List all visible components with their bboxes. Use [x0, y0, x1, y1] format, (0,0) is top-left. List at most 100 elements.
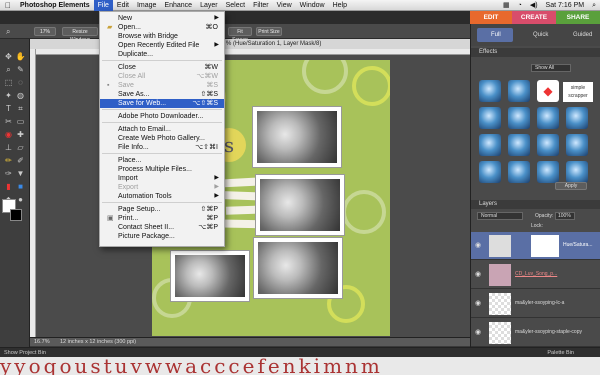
menu-item-print[interactable]: ▣ Print... ⌘P [100, 214, 224, 223]
straighten-tool-icon[interactable]: ▭ [15, 116, 26, 127]
layers-panel-header[interactable]: Layers [471, 200, 600, 209]
menu-item-open[interactable]: ▰ Open... ⌘O [100, 23, 224, 32]
eye-icon[interactable]: ◉ [475, 328, 481, 336]
photo-frame[interactable] [252, 106, 342, 168]
document-tab[interactable]: % (Hue/Saturation 1, Layer Mask/8) [30, 39, 470, 49]
menu-item-save-as[interactable]: Save As... ⇧⌘S [100, 90, 224, 99]
menu-item-contact-sheet[interactable]: Contact Sheet II... ⌥⌘P [100, 223, 224, 232]
eye-icon[interactable]: ◉ [475, 299, 481, 307]
zoom-readout[interactable]: 16.7% [34, 338, 50, 347]
simple-scrapper-logo-icon[interactable]: ◆ [537, 80, 559, 102]
clock[interactable]: Sat 7:16 PM [542, 0, 589, 11]
layer-row[interactable]: ◉ ma&yler-ssoyping-staple-copy [471, 319, 600, 347]
paint-bucket-icon[interactable]: ▼ [15, 168, 26, 179]
effect-thumb[interactable] [508, 161, 530, 183]
menu-item-new[interactable]: New ▶ [100, 14, 224, 23]
photo-frame[interactable] [170, 250, 250, 302]
red-eye-tool-icon[interactable]: ◉ [3, 129, 14, 140]
effect-thumb[interactable] [537, 107, 559, 129]
effects-filter-select[interactable]: Show All [531, 64, 571, 72]
photo-frame[interactable] [253, 237, 343, 299]
vertical-ruler[interactable] [30, 49, 36, 337]
menu-select[interactable]: Select [222, 0, 249, 11]
fit-screen-button[interactable]: Fit Screen [228, 27, 252, 43]
wifi-icon[interactable]: ◔ [514, 0, 526, 11]
brush-tool-icon[interactable]: ✐ [15, 155, 26, 166]
hand-tool-icon[interactable]: ✋ [15, 51, 26, 62]
quick-selection-icon[interactable]: ◍ [15, 90, 26, 101]
pencil-tool-icon[interactable]: ✏ [3, 155, 14, 166]
effect-thumb[interactable] [479, 80, 501, 102]
menu-item-export[interactable]: Export ▶ [100, 183, 224, 192]
menu-item-photo-downloader[interactable]: Adobe Photo Downloader... [100, 112, 224, 121]
magic-wand-icon[interactable]: ✦ [3, 90, 14, 101]
menu-item-save-for-web[interactable]: Save for Web... ⌥⇧⌘S [100, 99, 224, 108]
lasso-tool-icon[interactable]: ◌ [15, 77, 26, 88]
crop-tool-icon[interactable]: ⌗ [15, 103, 26, 114]
zoom-tool-icon[interactable]: ⌕ [3, 64, 14, 75]
eyedropper-icon[interactable]: ✎ [15, 64, 26, 75]
tab-edit[interactable]: EDIT [470, 11, 512, 24]
menu-edit[interactable]: Edit [113, 0, 133, 11]
effect-thumb[interactable] [537, 161, 559, 183]
effect-thumb[interactable] [508, 134, 530, 156]
menu-item-web-gallery[interactable]: Create Web Photo Gallery... [100, 134, 224, 143]
effects-panel-header[interactable]: Effects [471, 48, 600, 57]
menu-item-page-setup[interactable]: Page Setup... ⇧⌘P [100, 205, 224, 214]
menu-window[interactable]: Window [296, 0, 329, 11]
sponge-tool-icon[interactable]: ● [15, 194, 26, 205]
menu-file[interactable]: File [93, 0, 113, 11]
app-menu[interactable]: Photoshop Elements [16, 0, 94, 11]
photo-frame[interactable] [255, 174, 345, 236]
move-tool-icon[interactable]: ✥ [3, 51, 14, 62]
apple-icon[interactable]:  [0, 0, 16, 11]
full-edit-button[interactable]: Full [477, 28, 513, 42]
shape-tool-icon[interactable]: ■ [15, 181, 26, 192]
layer-row[interactable]: ◉ CD_Luv_Song_p... [471, 261, 600, 289]
spotlight-icon[interactable]: ⌕ [588, 0, 600, 11]
effect-thumb[interactable] [508, 80, 530, 102]
tab-create[interactable]: CREATE [512, 11, 556, 24]
spaces-icon[interactable]: ▦ [499, 0, 514, 11]
clone-stamp-icon[interactable]: ⊥ [3, 142, 14, 153]
menu-item-browse-bridge[interactable]: Browse with Bridge [100, 32, 224, 41]
blend-mode-select[interactable]: Normal [477, 212, 523, 220]
gradient-tool-icon[interactable]: ▮ [3, 181, 14, 192]
menu-item-close[interactable]: Close ⌘W [100, 63, 224, 72]
type-tool-icon[interactable]: T [3, 103, 14, 114]
tab-share[interactable]: SHARE [556, 11, 600, 24]
eye-icon[interactable]: ◉ [475, 270, 481, 278]
marquee-tool-icon[interactable]: ⬚ [3, 77, 14, 88]
menu-view[interactable]: View [273, 0, 296, 11]
zoom-level-field[interactable]: 17% [34, 27, 56, 36]
smart-brush-icon[interactable]: ✑ [3, 168, 14, 179]
opacity-field[interactable]: 100% [555, 212, 575, 220]
resize-windows-checkbox[interactable]: Resize Windows [62, 27, 98, 43]
effect-thumb[interactable] [566, 107, 588, 129]
layer-row[interactable]: ◉ ma&yler-ssoyping-lc-a [471, 290, 600, 318]
menu-item-attach-email[interactable]: Attach to Email... [100, 125, 224, 134]
menu-help[interactable]: Help [329, 0, 351, 11]
menu-item-save[interactable]: ▪ Save ⌘S [100, 81, 224, 90]
effect-thumb[interactable] [479, 107, 501, 129]
menu-item-process-multiple[interactable]: Process Multiple Files... [100, 165, 224, 174]
volume-icon[interactable]: ◀) [526, 0, 542, 11]
menu-item-open-recent[interactable]: Open Recently Edited File ▶ [100, 41, 224, 50]
cookie-cutter-icon[interactable]: ✂ [3, 116, 14, 127]
effect-thumb[interactable] [479, 134, 501, 156]
menu-item-automation-tools[interactable]: Automation Tools ▶ [100, 192, 224, 201]
menu-item-close-all[interactable]: Close All ⌥⌘W [100, 72, 224, 81]
menu-filter[interactable]: Filter [249, 0, 273, 11]
menu-image[interactable]: Image [133, 0, 160, 11]
effect-thumb[interactable] [537, 134, 559, 156]
effect-thumb[interactable] [508, 107, 530, 129]
guided-edit-button[interactable]: Guided [559, 28, 599, 42]
eye-icon[interactable]: ◉ [475, 241, 481, 249]
healing-brush-icon[interactable]: ✚ [15, 129, 26, 140]
menu-item-import[interactable]: Import ▶ [100, 174, 224, 183]
menu-item-file-info[interactable]: File Info... ⌥⇧⌘I [100, 143, 224, 152]
effect-thumb[interactable] [566, 134, 588, 156]
effect-thumb[interactable] [566, 161, 588, 183]
layer-row[interactable]: ◉ Hue/Satura... [471, 232, 600, 260]
eraser-tool-icon[interactable]: ▱ [15, 142, 26, 153]
